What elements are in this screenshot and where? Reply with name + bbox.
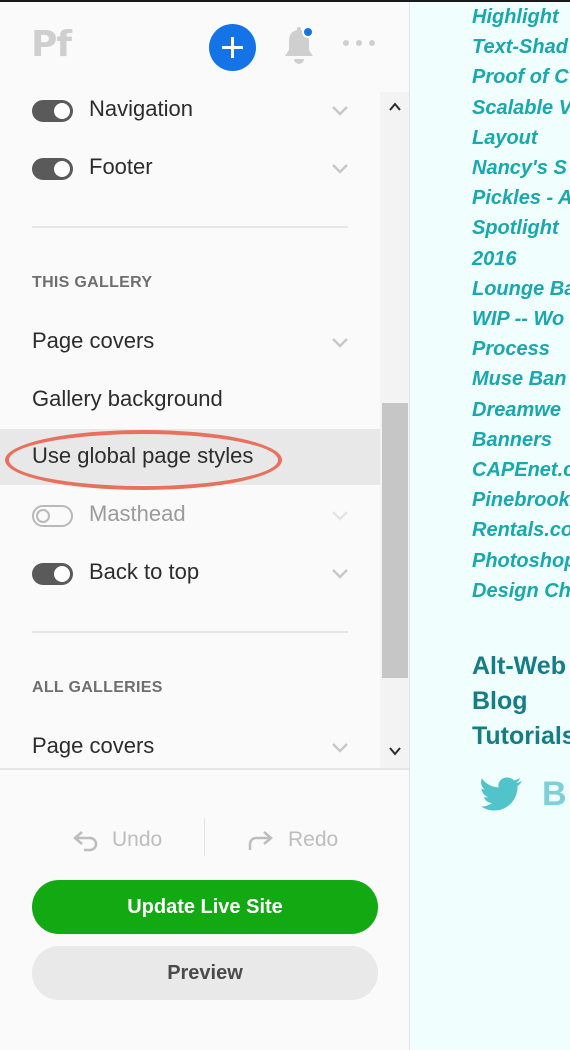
gallery-background-label: Gallery background [32,386,223,411]
redo-icon [248,831,273,850]
all-galleries-heading: ALL GALLERIES [32,679,163,696]
navigation-toggle[interactable] [32,100,73,122]
navigation-label: Navigation [89,96,193,121]
site-link[interactable]: Pickles - A [472,187,570,210]
site-link[interactable]: Spotlight [472,217,559,240]
update-live-site-button[interactable]: Update Live Site [32,880,378,934]
scrollbar-thumb[interactable] [382,403,408,678]
site-link[interactable]: Design Ch [472,580,570,603]
add-button[interactable] [209,24,256,71]
masthead-row[interactable]: Masthead [0,487,380,543]
twitter-icon[interactable] [481,776,523,814]
nav-setting-row[interactable]: Navigation [0,82,380,138]
section-divider [32,631,348,633]
site-link[interactable]: Layout [472,127,538,150]
site-nav-tutorials[interactable]: Tutorials [472,722,570,751]
back-to-top-row[interactable]: Back to top [0,545,380,601]
chevron-down-icon[interactable] [330,505,350,525]
window-top-edge [0,0,570,2]
footer-toggle[interactable] [32,158,73,180]
chevron-down-icon[interactable] [330,100,350,120]
site-nav-blog[interactable]: Blog [472,687,528,716]
footer-setting-row[interactable]: Footer [0,140,380,196]
all-page-covers-row[interactable]: Page covers [0,719,380,768]
notification-dot [302,26,314,38]
site-link[interactable]: WIP -- Wo [472,308,564,331]
site-link[interactable]: Highlight [472,6,559,29]
site-link[interactable]: 2016 [472,248,517,271]
settings-list: Navigation Footer THIS GALLERY Page cove… [0,80,409,768]
ellipsis-icon[interactable] [341,30,377,56]
masthead-toggle[interactable] [32,505,73,527]
site-link[interactable]: Scalable V [472,97,570,120]
all-page-covers-label: Page covers [32,733,155,758]
page-styles-panel: Pf Navigation Footer THIS GALLERY Page c… [0,0,410,1050]
undo-label: Undo [112,828,163,851]
social-b-glyph[interactable]: B [542,775,567,814]
site-nav-alt-web[interactable]: Alt-Web [472,652,566,681]
site-link[interactable]: Proof of C [472,66,569,89]
page-covers-row[interactable]: Page covers [0,314,380,370]
section-divider [32,226,348,228]
chevron-down-icon[interactable] [330,332,350,352]
site-link[interactable]: Dreamwe [472,399,561,422]
back-to-top-toggle[interactable] [32,563,73,585]
site-link[interactable]: CAPEnet.c [472,459,570,482]
site-link[interactable]: Lounge Ba [472,278,570,301]
site-link[interactable]: Muse Ban [472,368,566,391]
scroll-up-icon[interactable] [388,100,402,114]
site-link[interactable]: Pinebrook [472,489,570,512]
masthead-label: Masthead [89,501,186,526]
site-link[interactable]: Text-Shad [472,36,568,59]
panel-header: Pf [0,0,409,92]
preview-button[interactable]: Preview [32,946,378,1000]
panel-scrollbar[interactable] [380,92,409,768]
panel-footer: Undo Redo Update Live Site Preview [0,768,409,1050]
site-link[interactable]: Photoshop [472,550,570,573]
this-gallery-heading: THIS GALLERY [32,274,153,291]
portfolio-logo: Pf [31,24,72,65]
site-preview: Highlight Text-Shad Proof of C Scalable V La… [411,2,570,1050]
site-link[interactable]: Banners [472,429,552,452]
scroll-down-icon[interactable] [388,744,402,758]
site-link[interactable]: Nancy's S [472,157,567,180]
highlight-annotation-oval [5,430,282,490]
page-covers-label: Page covers [32,328,155,353]
plus-icon [222,37,243,58]
footer-label: Footer [89,154,153,179]
chevron-down-icon[interactable] [330,737,350,757]
undo-redo-separator [204,818,205,856]
redo-label: Redo [288,828,339,851]
gallery-background-row[interactable]: Gallery background [0,372,380,428]
undo-icon [73,831,98,852]
chevron-down-icon[interactable] [330,563,350,583]
site-link[interactable]: Rentals.co [472,519,570,542]
site-link[interactable]: Process [472,338,550,361]
back-to-top-label: Back to top [89,559,200,584]
chevron-down-icon[interactable] [330,158,350,178]
